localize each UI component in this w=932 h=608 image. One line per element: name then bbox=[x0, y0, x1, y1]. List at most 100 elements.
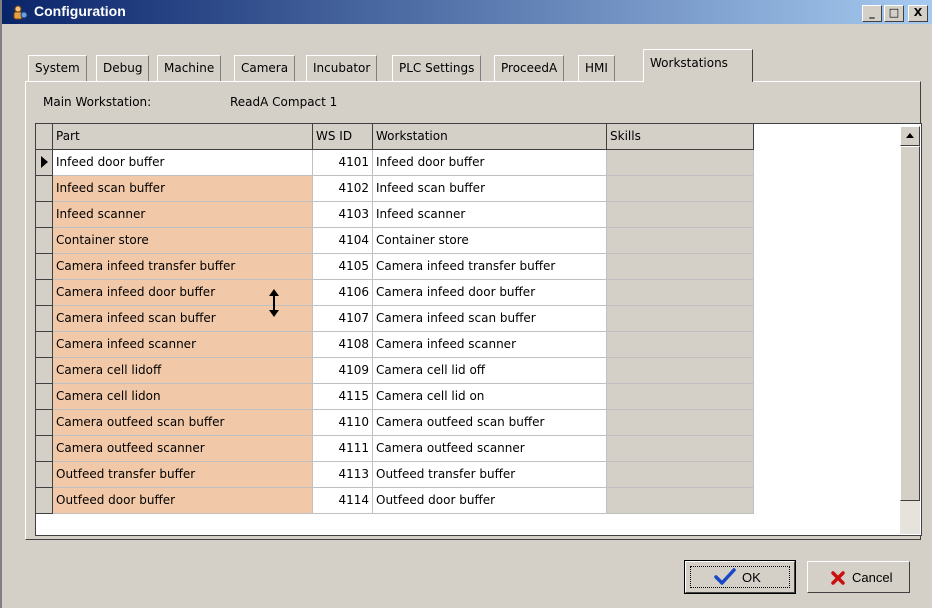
cell-skills[interactable] bbox=[607, 384, 754, 410]
tab-workstations[interactable]: Workstations bbox=[643, 49, 753, 82]
cell-workstation[interactable]: Camera infeed door buffer bbox=[373, 280, 607, 306]
tab-debug[interactable]: Debug bbox=[96, 55, 150, 81]
table-row[interactable]: Container store 4104 Container store bbox=[36, 228, 754, 254]
table-row[interactable]: Infeed scanner 4103 Infeed scanner bbox=[36, 202, 754, 228]
cell-ws-id[interactable]: 4114 bbox=[313, 488, 373, 514]
cell-ws-id[interactable]: 4111 bbox=[313, 436, 373, 462]
cell-workstation[interactable]: Camera infeed transfer buffer bbox=[373, 254, 607, 280]
row-indicator bbox=[36, 150, 53, 176]
tab-incubator[interactable]: Incubator bbox=[306, 55, 378, 81]
close-button[interactable]: X bbox=[908, 5, 928, 22]
tab-system[interactable]: System bbox=[28, 55, 87, 81]
workstations-grid[interactable]: Part WS ID Workstation Skills Infeed doo… bbox=[35, 123, 922, 536]
column-header-workstation[interactable]: Workstation bbox=[373, 124, 607, 150]
cell-skills[interactable] bbox=[607, 358, 754, 384]
cell-ws-id[interactable]: 4104 bbox=[313, 228, 373, 254]
cell-ws-id[interactable]: 4108 bbox=[313, 332, 373, 358]
cell-skills[interactable] bbox=[607, 280, 754, 306]
close-icon: X bbox=[913, 6, 923, 19]
maximize-button[interactable]: □ bbox=[884, 5, 904, 22]
table-row[interactable]: Infeed scan buffer 4102 Infeed scan buffer bbox=[36, 176, 754, 202]
cell-workstation[interactable]: Infeed door buffer bbox=[373, 150, 607, 176]
cell-ws-id[interactable]: 4101 bbox=[313, 150, 373, 176]
configuration-window: Configuration _ □ X System Debug Machine… bbox=[0, 0, 932, 608]
cell-part[interactable]: Outfeed door buffer bbox=[53, 488, 313, 514]
cell-skills[interactable] bbox=[607, 488, 754, 514]
row-indicator bbox=[36, 202, 53, 228]
scrollbar-thumb[interactable] bbox=[900, 146, 920, 501]
cell-skills[interactable] bbox=[607, 228, 754, 254]
table-row[interactable]: Camera infeed scan buffer 4107 Camera infe… bbox=[36, 306, 754, 332]
table-row[interactable]: Infeed door buffer 4101 Infeed door buffer bbox=[36, 150, 754, 176]
tab-proceeda[interactable]: ProceedA bbox=[494, 55, 565, 81]
cell-workstation[interactable]: Camera outfeed scan buffer bbox=[373, 410, 607, 436]
cell-part[interactable]: Camera infeed scanner bbox=[53, 332, 313, 358]
cell-ws-id[interactable]: 4106 bbox=[313, 280, 373, 306]
cell-part[interactable]: Camera cell lidon bbox=[53, 384, 313, 410]
cell-skills[interactable] bbox=[607, 176, 754, 202]
resize-vertical-cursor-icon bbox=[269, 289, 279, 317]
cell-skills[interactable] bbox=[607, 462, 754, 488]
cell-skills[interactable] bbox=[607, 306, 754, 332]
ok-button[interactable]: OK bbox=[684, 560, 796, 594]
column-header-skills[interactable]: Skills bbox=[607, 124, 754, 150]
table-row[interactable]: Camera outfeed scan buffer 4110 Camera out… bbox=[36, 410, 754, 436]
cell-workstation[interactable]: Camera cell lid on bbox=[373, 384, 607, 410]
cell-ws-id[interactable]: 4115 bbox=[313, 384, 373, 410]
table-row[interactable]: Camera infeed transfer buffer 4105 Camera … bbox=[36, 254, 754, 280]
table-row[interactable]: Outfeed door buffer 4114 Outfeed door buff… bbox=[36, 488, 754, 514]
vertical-scrollbar[interactable] bbox=[900, 126, 920, 534]
column-header-ws-id[interactable]: WS ID bbox=[313, 124, 373, 150]
cell-ws-id[interactable]: 4103 bbox=[313, 202, 373, 228]
cell-part[interactable]: Infeed door buffer bbox=[53, 150, 313, 176]
cell-ws-id[interactable]: 4107 bbox=[313, 306, 373, 332]
main-workstation-value: ReadA Compact 1 bbox=[230, 95, 338, 109]
cell-workstation[interactable]: Outfeed transfer buffer bbox=[373, 462, 607, 488]
configuration-app-icon bbox=[13, 5, 28, 20]
table-row[interactable]: Camera infeed door buffer 4106 Camera infe… bbox=[36, 280, 754, 306]
main-workstation-label: Main Workstation: bbox=[43, 95, 152, 109]
cell-part[interactable]: Container store bbox=[53, 228, 313, 254]
cell-workstation[interactable]: Infeed scanner bbox=[373, 202, 607, 228]
tab-machine[interactable]: Machine bbox=[157, 55, 222, 81]
tab-camera[interactable]: Camera bbox=[234, 55, 296, 81]
cell-skills[interactable] bbox=[607, 410, 754, 436]
cell-skills[interactable] bbox=[607, 436, 754, 462]
cell-part[interactable]: Infeed scanner bbox=[53, 202, 313, 228]
table-row[interactable]: Camera cell lidon 4115 Camera cell lid on bbox=[36, 384, 754, 410]
cell-ws-id[interactable]: 4105 bbox=[313, 254, 373, 280]
cell-skills[interactable] bbox=[607, 150, 754, 176]
row-indicator bbox=[36, 306, 53, 332]
cell-part[interactable]: Camera outfeed scanner bbox=[53, 436, 313, 462]
table-row[interactable]: Camera outfeed scanner 4111 Camera outfeed… bbox=[36, 436, 754, 462]
cell-workstation[interactable]: Outfeed door buffer bbox=[373, 488, 607, 514]
cell-workstation[interactable]: Camera outfeed scanner bbox=[373, 436, 607, 462]
cell-workstation[interactable]: Container store bbox=[373, 228, 607, 254]
cell-skills[interactable] bbox=[607, 202, 754, 228]
cell-part[interactable]: Camera infeed transfer buffer bbox=[53, 254, 313, 280]
cell-skills[interactable] bbox=[607, 254, 754, 280]
cancel-button[interactable]: Cancel bbox=[807, 561, 910, 593]
cell-ws-id[interactable]: 4102 bbox=[313, 176, 373, 202]
cell-ws-id[interactable]: 4109 bbox=[313, 358, 373, 384]
title-bar[interactable]: Configuration _ □ X bbox=[2, 0, 932, 24]
cell-part[interactable]: Camera cell lidoff bbox=[53, 358, 313, 384]
column-header-part[interactable]: Part bbox=[53, 124, 313, 150]
cell-part[interactable]: Camera outfeed scan buffer bbox=[53, 410, 313, 436]
table-row[interactable]: Outfeed transfer buffer 4113 Outfeed trans… bbox=[36, 462, 754, 488]
table-row[interactable]: Camera cell lidoff 4109 Camera cell lid of… bbox=[36, 358, 754, 384]
tab-hmi[interactable]: HMI bbox=[578, 55, 615, 81]
cell-workstation[interactable]: Camera infeed scan buffer bbox=[373, 306, 607, 332]
cell-workstation[interactable]: Infeed scan buffer bbox=[373, 176, 607, 202]
cell-ws-id[interactable]: 4113 bbox=[313, 462, 373, 488]
table-row[interactable]: Camera infeed scanner 4108 Camera infeed s… bbox=[36, 332, 754, 358]
cell-workstation[interactable]: Camera cell lid off bbox=[373, 358, 607, 384]
tab-plc-settings[interactable]: PLC Settings bbox=[392, 55, 482, 81]
minimize-button[interactable]: _ bbox=[862, 5, 882, 22]
cell-skills[interactable] bbox=[607, 332, 754, 358]
cell-workstation[interactable]: Camera infeed scanner bbox=[373, 332, 607, 358]
scroll-up-button[interactable] bbox=[900, 126, 920, 146]
cell-ws-id[interactable]: 4110 bbox=[313, 410, 373, 436]
cell-part[interactable]: Infeed scan buffer bbox=[53, 176, 313, 202]
cell-part[interactable]: Outfeed transfer buffer bbox=[53, 462, 313, 488]
